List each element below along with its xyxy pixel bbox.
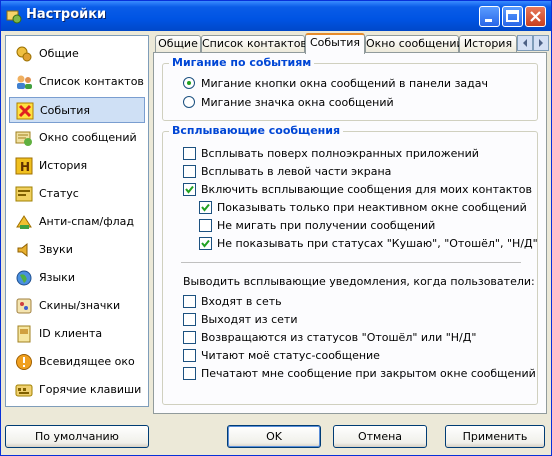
languages-icon — [15, 269, 33, 287]
checkbox[interactable] — [199, 201, 212, 214]
sidebar-item-antispam[interactable]: Анти-спам/флад — [9, 209, 145, 235]
checkbox[interactable] — [183, 367, 196, 380]
checkbox[interactable] — [183, 165, 196, 178]
maximize-button[interactable] — [502, 6, 523, 27]
hotkeys-icon — [15, 381, 33, 399]
sidebar-item-label: Общие — [39, 47, 79, 60]
checkbox[interactable] — [199, 219, 212, 232]
tabs-scroll-left-button[interactable] — [517, 35, 533, 51]
minimize-button[interactable] — [479, 6, 500, 27]
client-id-icon — [15, 325, 33, 343]
checkbox[interactable] — [199, 237, 212, 250]
checkbox[interactable] — [183, 295, 196, 308]
events-icon — [16, 102, 34, 120]
sidebar-item-label: Список контактов — [39, 75, 144, 88]
sidebar-item-label: Скины/значки — [39, 299, 121, 312]
checkbox[interactable] — [183, 313, 196, 326]
gears-icon — [15, 45, 33, 63]
sidebar-item-label: Всевидящее око — [39, 355, 135, 368]
sidebar-item-label: Горячие клавиши — [39, 383, 142, 396]
contacts-icon — [15, 73, 33, 91]
sidebar-item-label: Статус — [39, 187, 79, 200]
apply-button[interactable]: Применить — [445, 425, 545, 448]
sidebar-item-languages[interactable]: Языки — [9, 265, 145, 291]
history-icon: H — [15, 157, 33, 175]
tab-events[interactable]: События — [305, 33, 365, 54]
sidebar-item-sounds[interactable]: Звуки — [9, 237, 145, 263]
close-button[interactable] — [525, 6, 546, 27]
sidebar-item-status[interactable]: Статус — [9, 181, 145, 207]
check-mark-icon — [201, 203, 210, 212]
checkbox[interactable] — [183, 147, 196, 160]
checkbox-label: Печатают мне сообщение при закрытом окне… — [201, 367, 536, 380]
sidebar-item-skins[interactable]: Скины/значки — [9, 293, 145, 319]
radio-indicator[interactable] — [183, 77, 195, 89]
sidebar-item-label: Окно сообщений — [39, 131, 137, 144]
tab-general[interactable]: Общие — [155, 35, 201, 53]
tab-history[interactable]: История — [459, 35, 517, 53]
tab-contact-list[interactable]: Список контактов — [201, 35, 307, 53]
sidebar-item-client-id[interactable]: ID клиента — [9, 321, 145, 347]
title-bar[interactable]: Настройки — [1, 1, 551, 31]
skins-icon — [15, 297, 33, 315]
popup-group-title: Всплывающие сообщения — [169, 124, 344, 137]
sidebar-item-hotkeys[interactable]: Горячие клавиши — [9, 377, 145, 403]
checkbox[interactable] — [183, 183, 196, 196]
divider — [181, 262, 521, 263]
tab-message-window[interactable]: Окно сообщений — [365, 35, 464, 53]
check-mark-icon — [185, 185, 194, 194]
settings-window: Настройки Общие Список контактов События… — [0, 0, 552, 456]
checkbox-label: Возвращаются из статусов "Отошёл" или "Н… — [201, 331, 477, 344]
sounds-icon — [15, 241, 33, 259]
app-icon — [6, 8, 22, 24]
checkbox[interactable] — [183, 349, 196, 362]
checkbox-label: Входят в сеть — [201, 295, 282, 308]
checkbox-label: Читают моё статус-сообщение — [201, 349, 380, 362]
checkbox-label: Выходят из сети — [201, 313, 298, 326]
events-tab-panel: Мигание по событиям Мигание кнопки окна … — [153, 52, 547, 414]
tabs-scroll-right-button[interactable] — [533, 35, 549, 51]
antispam-icon — [15, 213, 33, 231]
sidebar-item-label: Звуки — [39, 243, 73, 256]
sidebar-item-label: ID клиента — [39, 327, 103, 340]
radio-indicator[interactable] — [183, 96, 195, 108]
checkbox-label: Всплывать поверх полноэкранных приложени… — [201, 147, 479, 160]
notify-label-text: Выводить всплывающие уведомления, когда … — [183, 275, 535, 288]
window-title: Настройки — [26, 7, 107, 22]
checkbox-label: Всплывать в левой части экрана — [201, 165, 392, 178]
blink-group: Мигание по событиям Мигание кнопки окна … — [162, 56, 538, 121]
sidebar-item-message-window[interactable]: Окно сообщений — [9, 125, 145, 151]
sidebar-item-events[interactable]: События — [9, 97, 145, 123]
sidebar-item-contact-list[interactable]: Список контактов — [9, 69, 145, 95]
status-icon — [15, 185, 33, 203]
settings-category-list[interactable]: Общие Список контактов События Окно сооб… — [5, 35, 149, 407]
defaults-button[interactable]: По умолчанию — [5, 425, 149, 448]
radio-label: Мигание значка окна сообщений — [201, 96, 394, 109]
svg-text:H: H — [20, 160, 30, 174]
sidebar-item-general[interactable]: Общие — [9, 41, 145, 67]
sidebar-item-label: История — [39, 159, 88, 172]
all-seeing-eye-icon — [15, 353, 33, 371]
popup-group: Всплывающие сообщения Всплывать поверх п… — [162, 124, 538, 405]
sidebar-item-label: События — [40, 104, 91, 117]
checkbox[interactable] — [183, 331, 196, 344]
check-mark-icon — [201, 239, 210, 248]
sidebar-item-label: Анти-спам/флад — [39, 215, 135, 228]
ok-button[interactable]: OK — [227, 425, 321, 448]
sidebar-item-history[interactable]: H История — [9, 153, 145, 179]
checkbox-label: Включить всплывающие сообщения для моих … — [201, 183, 532, 196]
message-window-icon — [15, 129, 33, 147]
sidebar-item-all-seeing-eye[interactable]: Всевидящее око — [9, 349, 145, 375]
radio-label: Мигание кнопки окна сообщений в панели з… — [201, 77, 489, 90]
blink-group-title: Мигание по событиям — [169, 56, 315, 69]
checkbox-label: Не показывать при статусах "Кушаю", "Ото… — [217, 237, 538, 250]
cancel-button[interactable]: Отмена — [333, 425, 427, 448]
sidebar-item-label: Языки — [39, 271, 75, 284]
checkbox-label: Показывать только при неактивном окне со… — [217, 201, 527, 214]
checkbox-label: Не мигать при получении сообщений — [217, 219, 436, 232]
